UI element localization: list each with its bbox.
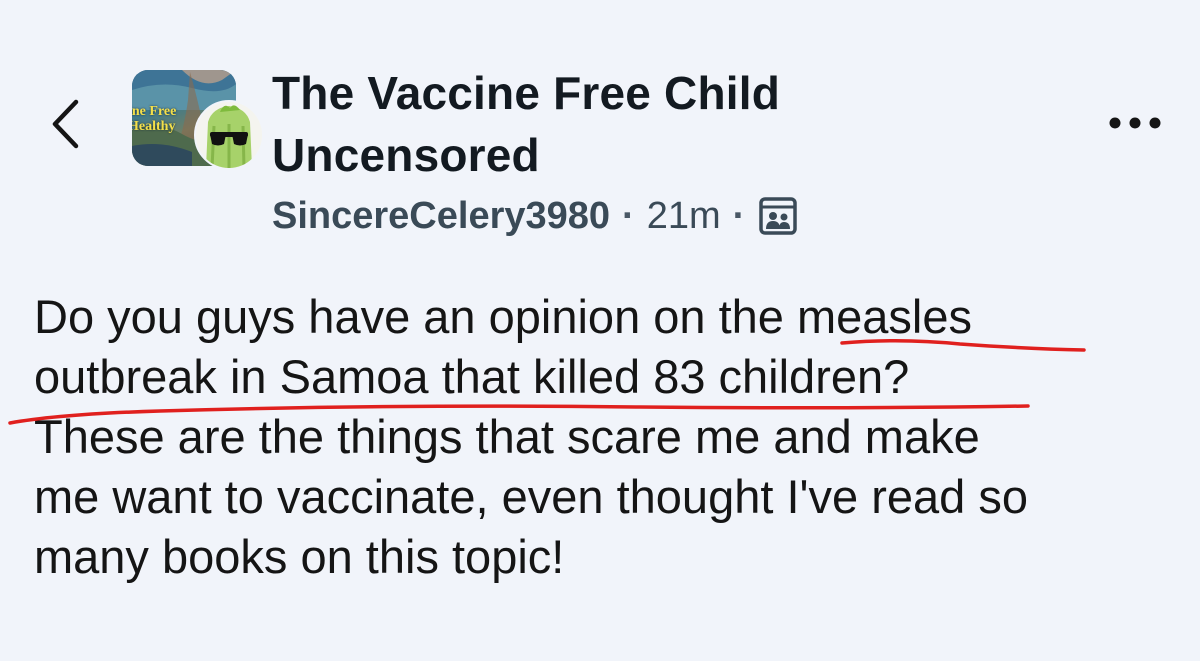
group-avatar-cluster[interactable]: ine Free Healthy xyxy=(132,70,264,170)
more-horizontal-icon xyxy=(1107,116,1163,135)
post-body-text: Do you guys have an opinion on the measl… xyxy=(34,287,1184,587)
avatar-text-line2: Healthy xyxy=(132,119,176,134)
meta-separator: · xyxy=(622,194,635,237)
group-title-line1[interactable]: The Vaccine Free Child xyxy=(272,62,972,124)
user-avatar[interactable] xyxy=(194,100,264,170)
post-line: many books on this topic! xyxy=(34,530,565,583)
meta-separator: · xyxy=(732,194,746,237)
post-timestamp: 21m xyxy=(646,194,721,237)
avatar-text-line1: ine Free xyxy=(132,104,177,119)
back-button[interactable] xyxy=(40,96,90,156)
group-title-line2[interactable]: Uncensored xyxy=(272,124,972,186)
author-username[interactable]: SincereCelery3980 xyxy=(272,195,610,238)
celery-sunglasses-avatar-icon xyxy=(196,102,262,168)
chevron-left-icon xyxy=(50,98,80,155)
more-options-button[interactable] xyxy=(1100,110,1170,140)
group-title-block[interactable]: The Vaccine Free Child Uncensored xyxy=(272,62,972,186)
image-post-icon xyxy=(757,195,799,237)
post-line: outbreak in Samoa that killed 83 childre… xyxy=(34,350,910,403)
post-line: Do you guys have an opinion on the measl… xyxy=(34,290,973,343)
post-meta-row: SincereCelery3980 · 21m · xyxy=(272,190,799,242)
post-line: These are the things that scare me and m… xyxy=(34,410,980,463)
post-line: me want to vaccinate, even thought I've … xyxy=(34,470,1028,523)
post-screen: ine Free Healthy The Vaccine Free Child … xyxy=(0,0,1200,661)
